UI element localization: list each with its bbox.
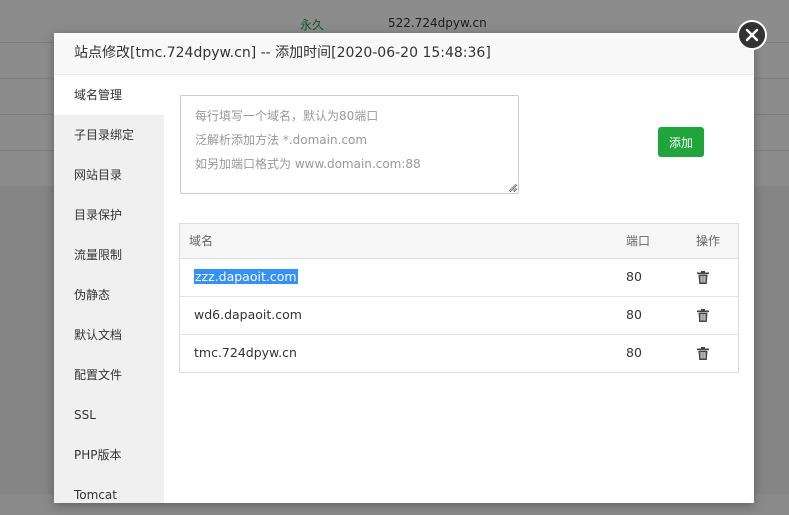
- port-cell: 80: [626, 345, 642, 360]
- table-row: tmc.724dpyw.cn 80: [180, 335, 738, 372]
- sidebar-item-site-directory[interactable]: 网站目录: [54, 155, 164, 195]
- close-icon: [745, 28, 759, 42]
- sidebar-item-subdirectory-binding[interactable]: 子目录绑定: [54, 115, 164, 155]
- domain-cell: wd6.dapaoit.com: [194, 307, 302, 322]
- domain-management-panel: 每行填写一个域名，默认为80端口 泛解析添加方法 *.domain.com 如另…: [164, 75, 754, 503]
- domain-cell: tmc.724dpyw.cn: [194, 345, 297, 360]
- site-edit-modal: 站点修改[tmc.724dpyw.cn] -- 添加时间[2020-06-20 …: [54, 33, 754, 503]
- column-header-domain: 域名: [189, 234, 214, 248]
- domain-textarea[interactable]: [180, 95, 519, 194]
- column-header-action: 操作: [696, 234, 721, 248]
- table-row: zzz.dapaoit.com 80: [180, 259, 738, 297]
- sidebar-item-directory-protection[interactable]: 目录保护: [54, 195, 164, 235]
- trash-icon[interactable]: [697, 309, 709, 322]
- sidebar-item-domain-management[interactable]: 域名管理: [54, 75, 164, 115]
- sidebar-item-ssl[interactable]: SSL: [54, 395, 164, 435]
- sidebar-item-default-document[interactable]: 默认文档: [54, 315, 164, 355]
- add-domain-button[interactable]: 添加: [658, 127, 704, 157]
- port-cell: 80: [626, 307, 642, 322]
- column-header-port: 端口: [626, 234, 651, 248]
- resize-grip-icon[interactable]: [507, 182, 517, 192]
- sidebar-item-traffic-limit[interactable]: 流量限制: [54, 235, 164, 275]
- modal-title: 站点修改[tmc.724dpyw.cn] -- 添加时间[2020-06-20 …: [54, 33, 754, 75]
- domain-table-header: 域名 端口 操作: [180, 224, 738, 259]
- sidebar-item-rewrite[interactable]: 伪静态: [54, 275, 164, 315]
- sidebar-item-config-file[interactable]: 配置文件: [54, 355, 164, 395]
- trash-icon[interactable]: [697, 271, 709, 284]
- modal-sidebar: 域名管理 子目录绑定 网站目录 目录保护 流量限制 伪静态 默认文档 配置文件 …: [54, 75, 164, 503]
- trash-icon[interactable]: [697, 347, 709, 360]
- sidebar-item-php-version[interactable]: PHP版本: [54, 435, 164, 475]
- domain-cell: zzz.dapaoit.com: [194, 259, 298, 295]
- table-row: wd6.dapaoit.com 80: [180, 297, 738, 335]
- close-modal-button[interactable]: [737, 20, 767, 50]
- selected-domain-text[interactable]: zzz.dapaoit.com: [194, 269, 298, 284]
- port-cell: 80: [626, 269, 642, 284]
- domain-table: 域名 端口 操作 zzz.dapaoit.com 80 wd6.dapaoit.…: [179, 223, 739, 373]
- sidebar-item-tomcat[interactable]: Tomcat: [54, 475, 164, 515]
